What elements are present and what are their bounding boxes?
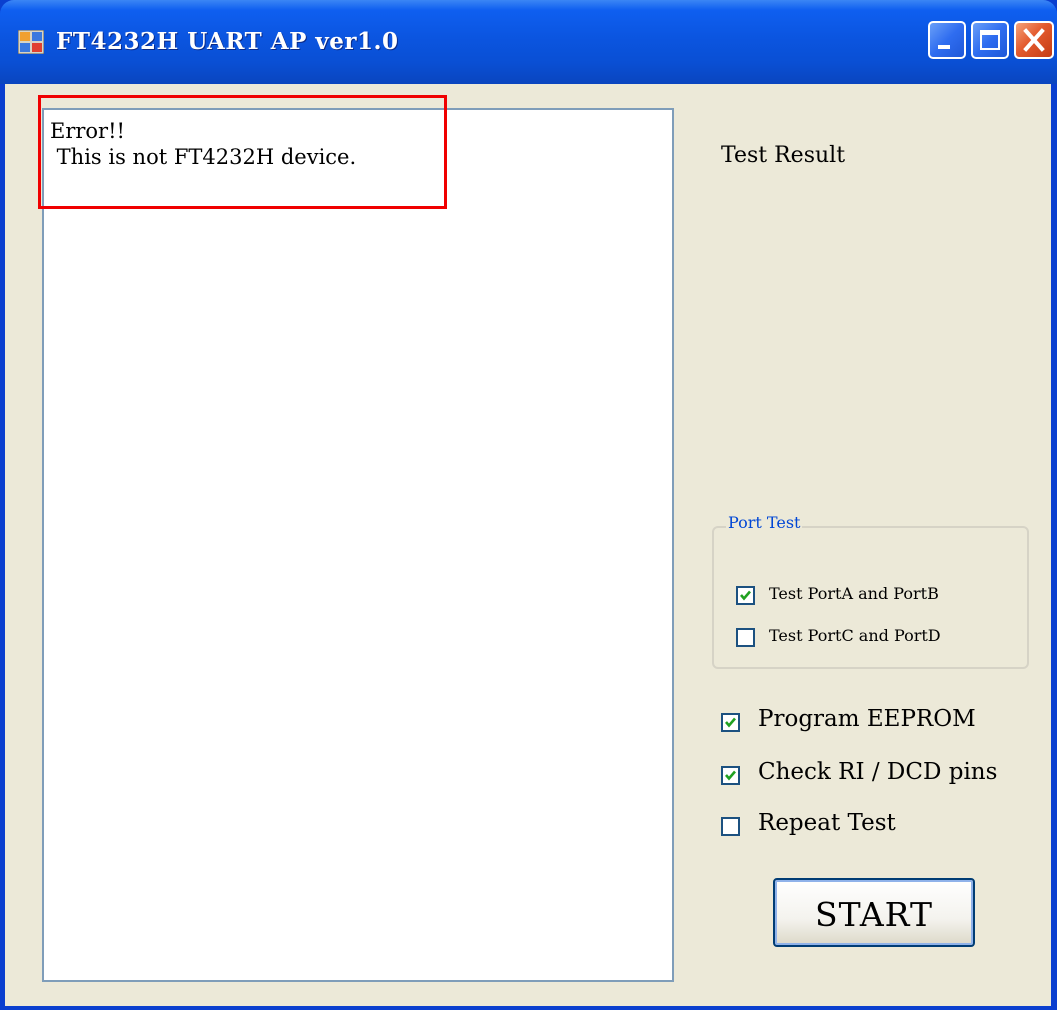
repeat-test-label: Repeat Test — [758, 810, 896, 836]
minimize-button[interactable] — [928, 21, 966, 59]
test-porta-portb-label: Test PortA and PortB — [769, 584, 939, 603]
minimize-icon — [938, 45, 950, 49]
port-test-group-label: Port Test — [726, 513, 803, 532]
program-eeprom-label: Program EEPROM — [758, 706, 976, 732]
check-ri-dcd-label: Check RI / DCD pins — [758, 759, 998, 785]
maximize-icon — [980, 30, 1000, 50]
window-title: FT4232H UART AP ver1.0 — [56, 28, 399, 55]
output-textbox[interactable]: Error!! This is not FT4232H device. — [42, 108, 674, 982]
checkmark-icon — [740, 590, 751, 601]
checkmark-icon — [725, 770, 736, 781]
program-eeprom-checkbox[interactable] — [721, 713, 740, 732]
title-bar[interactable]: FT4232H UART AP ver1.0 — [0, 0, 1057, 84]
window-frame-bottom — [0, 1006, 1057, 1010]
checkmark-icon — [725, 717, 736, 728]
app-icon — [18, 30, 44, 54]
start-button[interactable]: START — [773, 878, 975, 947]
check-ri-dcd-checkbox[interactable] — [721, 766, 740, 785]
repeat-test-checkbox[interactable] — [721, 817, 740, 836]
close-button[interactable] — [1014, 21, 1054, 59]
start-button-label: START — [815, 895, 933, 934]
maximize-button[interactable] — [971, 21, 1009, 59]
close-icon — [1023, 28, 1045, 52]
test-portc-portd-label: Test PortC and PortD — [769, 626, 941, 645]
error-highlight-annotation — [38, 95, 447, 209]
test-portc-portd-checkbox[interactable] — [736, 628, 755, 647]
test-result-label: Test Result — [721, 143, 846, 168]
test-porta-portb-checkbox[interactable] — [736, 586, 755, 605]
